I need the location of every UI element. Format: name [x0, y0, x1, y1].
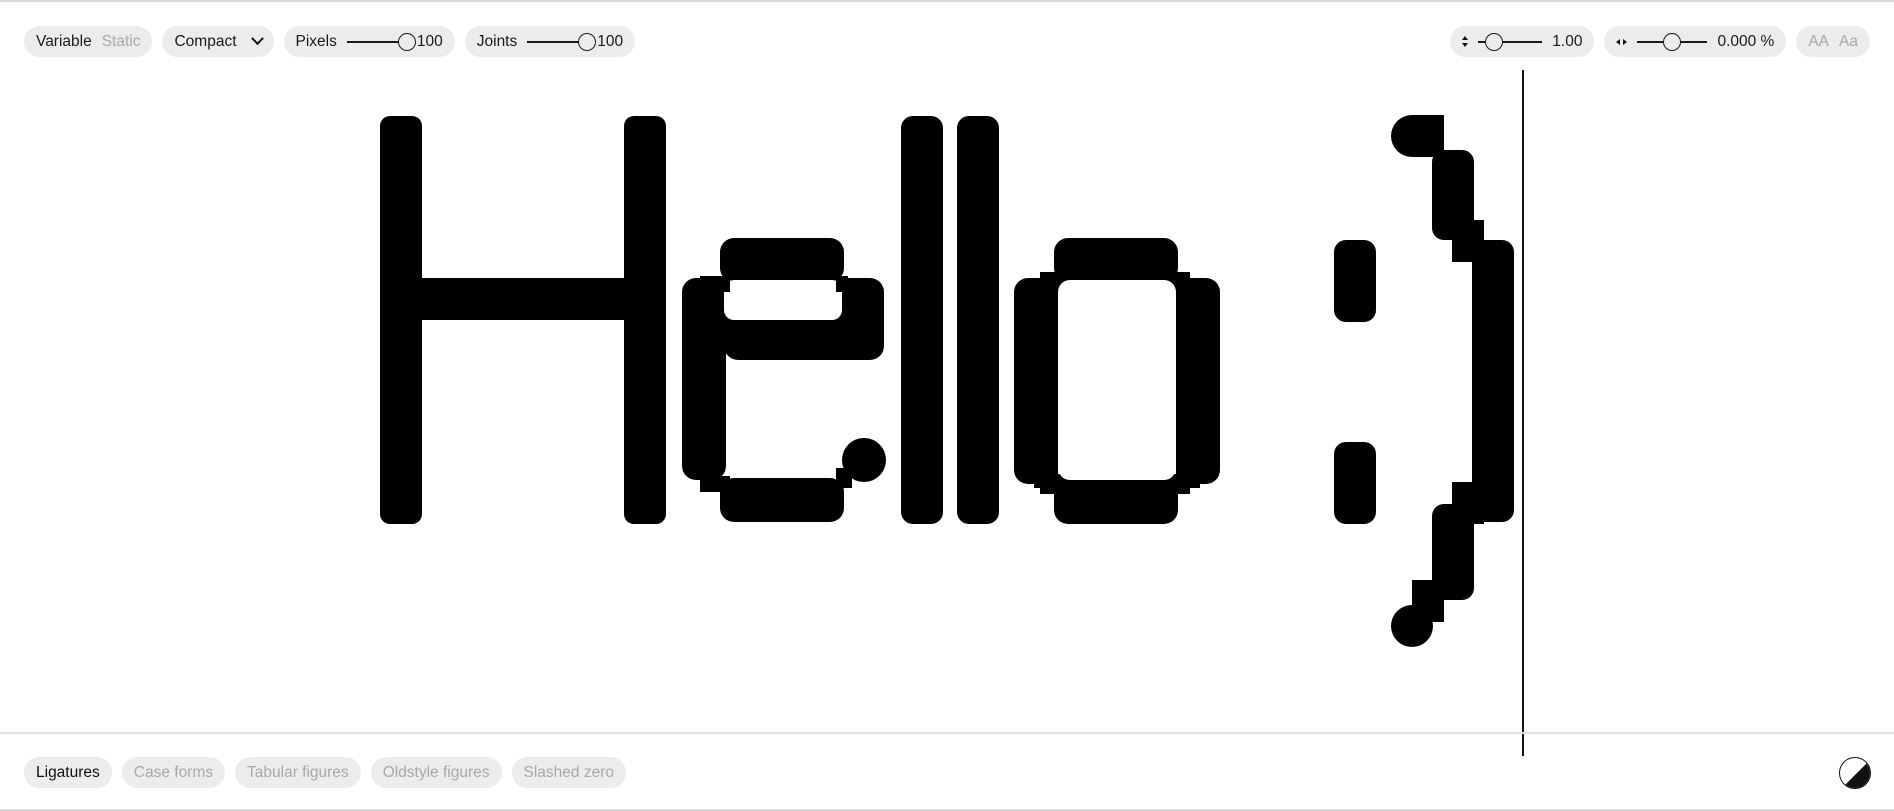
feature-ligatures[interactable]: Ligatures — [24, 757, 112, 788]
mode-static-option[interactable]: Static — [102, 33, 141, 51]
case-toggle: AA Aa — [1796, 26, 1870, 57]
glyph-l-2 — [957, 116, 999, 524]
chevron-down-icon — [250, 32, 264, 46]
right-toolbar: 1.00 0.000 % AA Aa — [1450, 26, 1870, 57]
letter-spacing-slider[interactable] — [1637, 32, 1708, 52]
feature-case-forms[interactable]: Case forms — [121, 757, 226, 788]
line-height-value: 1.00 — [1552, 32, 1583, 50]
bottom-separator — [0, 732, 1894, 734]
pixels-slider-thumb[interactable] — [397, 32, 416, 51]
letter-spacing-icon — [1616, 38, 1628, 45]
joints-slider-thumb[interactable] — [578, 32, 597, 51]
line-height-slider-thumb[interactable] — [1485, 32, 1504, 51]
joints-control: Joints 100 — [464, 26, 636, 57]
glyph-colon-bottom — [1334, 442, 1376, 524]
text-cursor — [1522, 70, 1524, 756]
glyph-paren — [1391, 115, 1514, 647]
joints-slider[interactable] — [527, 32, 597, 52]
line-height-control: 1.00 — [1450, 26, 1595, 57]
top-toolbar: Variable Static Compact Pixels 100 Joint… — [24, 26, 636, 57]
glyph-colon-top — [1334, 240, 1376, 322]
letter-spacing-control: 0.000 % — [1604, 26, 1787, 57]
type-preview-glyphs — [380, 115, 1514, 647]
case-title-option[interactable]: Aa — [1839, 33, 1858, 51]
top-border — [0, 0, 1894, 2]
type-preview-area[interactable] — [0, 70, 1894, 756]
opentype-features-bar: Ligatures Case forms Tabular figures Old… — [24, 757, 626, 788]
case-upper-option[interactable]: AA — [1808, 33, 1829, 51]
contrast-icon[interactable] — [1839, 757, 1871, 789]
line-height-slider[interactable] — [1478, 32, 1543, 52]
pixels-control: Pixels 100 — [283, 26, 455, 57]
letter-spacing-value: 0.000 % — [1717, 32, 1775, 50]
contrast-icon-shape — [1842, 760, 1870, 788]
mode-toggle[interactable]: Variable Static — [24, 26, 153, 57]
feature-oldstyle-figures[interactable]: Oldstyle figures — [370, 757, 502, 788]
joints-label: Joints — [476, 32, 518, 50]
width-select-value: Compact — [174, 32, 237, 50]
line-height-icon — [1462, 36, 1469, 47]
letter-spacing-slider-thumb[interactable] — [1663, 32, 1682, 51]
mode-variable-option[interactable]: Variable — [36, 33, 92, 51]
joints-value: 100 — [597, 32, 624, 50]
pixels-label: Pixels — [295, 32, 337, 50]
feature-tabular-figures[interactable]: Tabular figures — [235, 757, 361, 788]
feature-slashed-zero[interactable]: Slashed zero — [511, 757, 626, 788]
glyph-l-1 — [901, 116, 943, 524]
pixels-value: 100 — [416, 32, 443, 50]
width-select[interactable]: Compact — [162, 26, 274, 57]
pixels-slider[interactable] — [346, 32, 416, 52]
